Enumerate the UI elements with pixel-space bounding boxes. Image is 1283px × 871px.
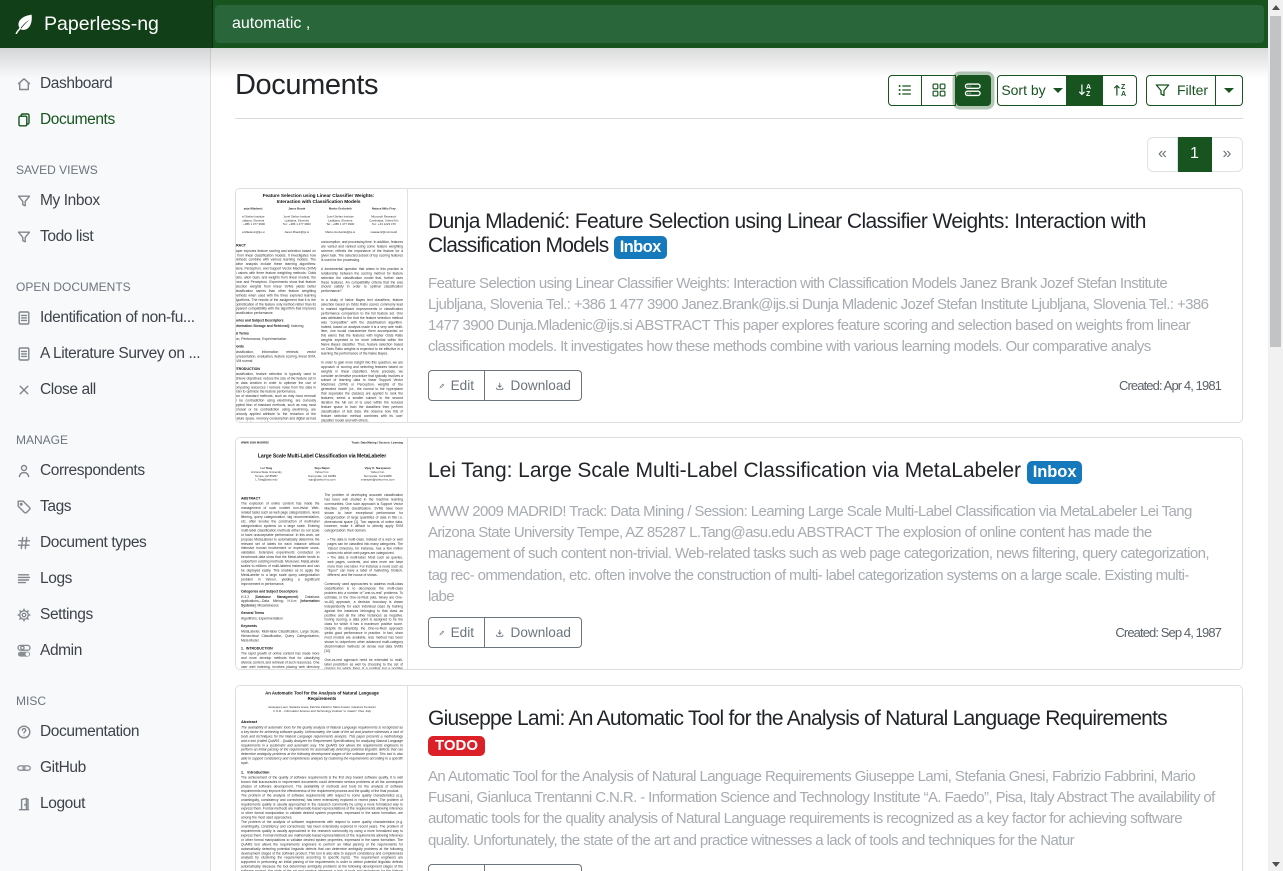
svg-text:Z: Z [1086,91,1091,98]
svg-text:A: A [1121,91,1126,98]
svg-text:Z: Z [1121,84,1126,91]
svg-text:A: A [1086,84,1091,91]
